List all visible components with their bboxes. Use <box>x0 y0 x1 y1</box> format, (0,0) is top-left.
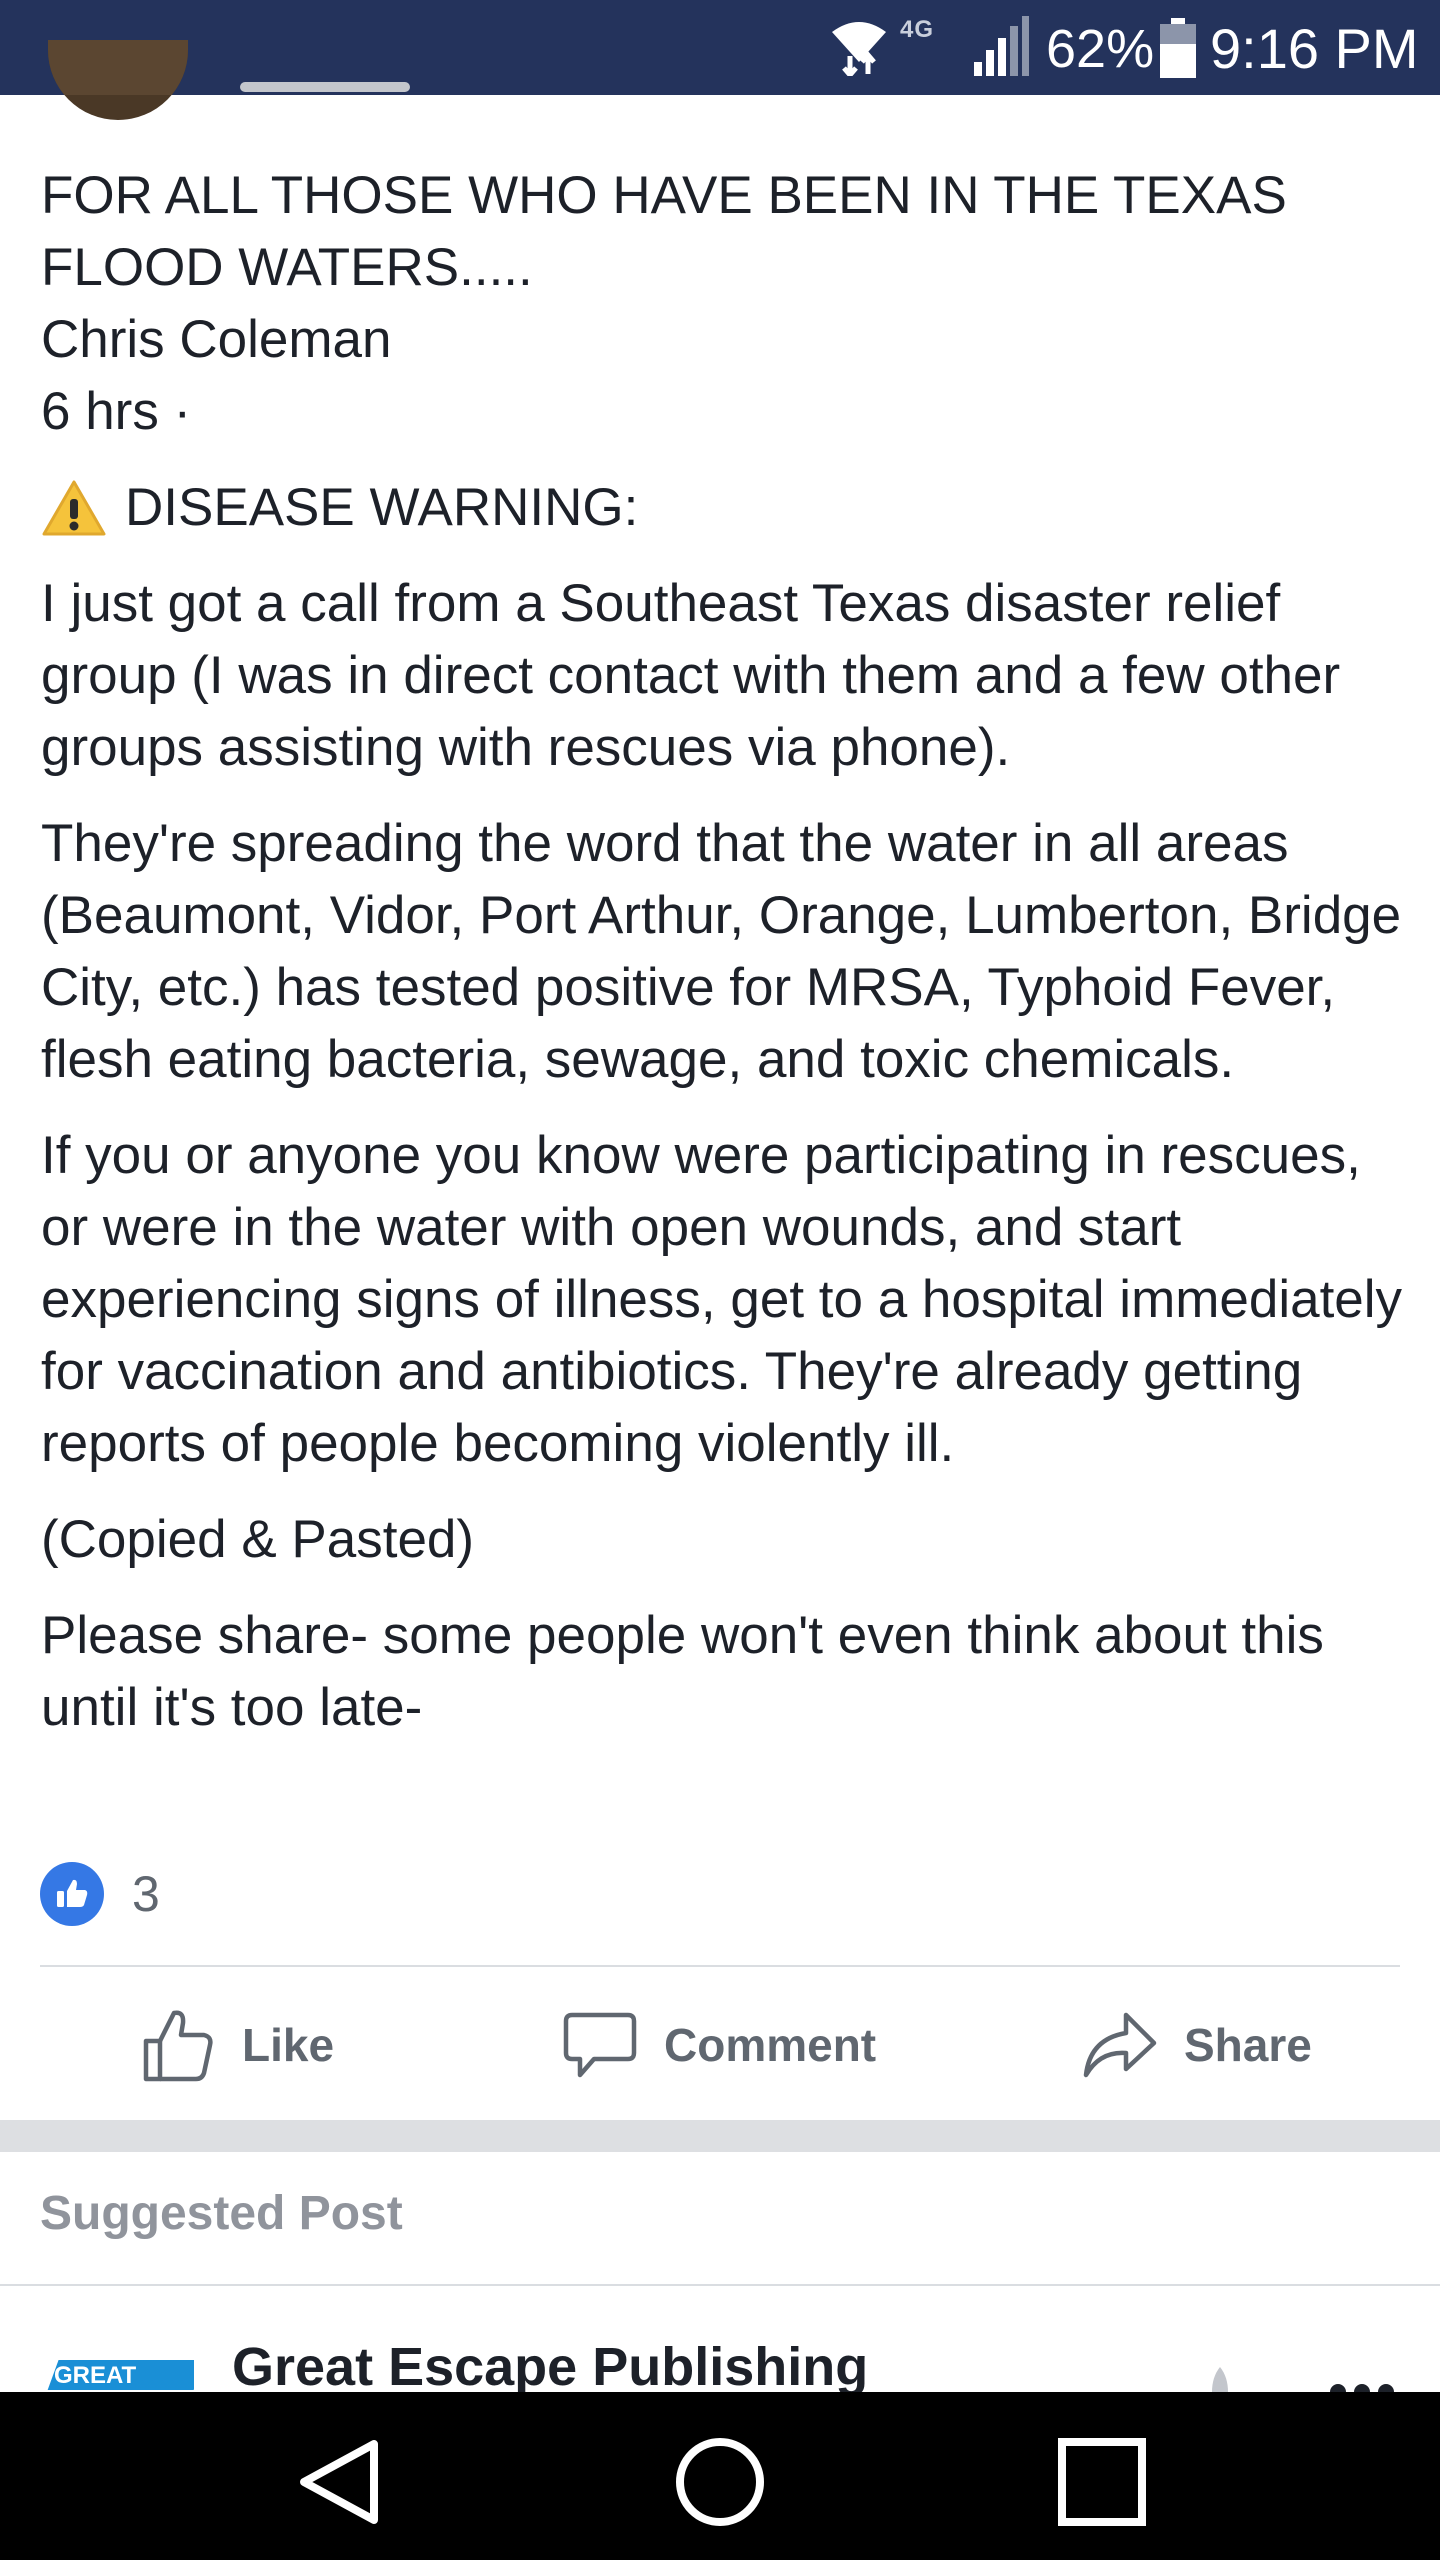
signal-icon <box>974 16 1029 76</box>
like-button[interactable]: Like <box>140 2000 334 2090</box>
author-avatar[interactable] <box>48 40 188 120</box>
divider <box>0 2284 1440 2286</box>
share-arrow-icon <box>1083 2012 1157 2078</box>
divider <box>40 1965 1400 1967</box>
post-body: FOR ALL THOSE WHO HAVE BEEN IN THE TEXAS… <box>41 160 1421 1744</box>
wifi-icon <box>832 22 886 76</box>
post-line: FLOOD WATERS..... <box>41 238 533 297</box>
post-paragraph: (Copied & Pasted) <box>41 1510 475 1569</box>
post-line: FOR ALL THOSE WHO HAVE BEEN IN THE TEXAS <box>41 166 1287 225</box>
thumbs-up-icon <box>143 2010 213 2082</box>
home-icon[interactable] <box>670 2432 770 2532</box>
back-icon[interactable] <box>290 2432 390 2532</box>
post-paragraph: They're spreading the word that the wate… <box>41 814 1402 1089</box>
like-reaction-icon <box>40 1862 104 1926</box>
clock: 9:16 PM <box>1210 17 1419 80</box>
battery-percent: 62% <box>1046 19 1155 79</box>
comment-button[interactable]: Comment <box>562 2000 876 2090</box>
post-line: Chris Coleman <box>41 310 392 369</box>
navigation-bar <box>0 2392 1440 2560</box>
page-name[interactable]: Great Escape Publishing <box>232 2336 868 2392</box>
share-button[interactable]: Share <box>1082 2000 1312 2090</box>
status-bar: 4G 62% 9:16 PM <box>0 0 1440 95</box>
more-options-icon[interactable] <box>1326 2370 1398 2392</box>
network-type: 4G <box>900 16 935 43</box>
comment-icon <box>563 2012 637 2078</box>
reaction-count: 3 <box>132 1866 160 1922</box>
like-label: Like <box>242 2019 335 2071</box>
share-label: Share <box>1184 2019 1312 2071</box>
post-paragraph: Please share- some people won't even thi… <box>41 1606 1324 1737</box>
recents-icon[interactable] <box>1052 2432 1152 2532</box>
reaction-summary[interactable]: 3 <box>40 1862 160 1926</box>
suggested-post-header: Suggested Post <box>40 2187 403 2240</box>
page-logo[interactable]: GREAT <box>44 2360 194 2390</box>
post-paragraph: I just got a call from a Southeast Texas… <box>41 574 1341 777</box>
post-paragraph: If you or anyone you know were participa… <box>41 1126 1403 1473</box>
page-logo-text: GREAT <box>54 2362 137 2389</box>
battery-icon <box>1160 18 1196 78</box>
globe-icon <box>1200 2362 1240 2392</box>
post-line: 6 hrs · <box>41 382 192 441</box>
comment-label: Comment <box>664 2019 877 2071</box>
warning-heading: DISEASE WARNING: <box>41 472 1421 544</box>
warning-label: DISEASE WARNING: <box>125 478 639 537</box>
feed-separator <box>0 2120 1440 2152</box>
post-meta-remnant <box>240 78 490 96</box>
warning-icon <box>42 480 106 536</box>
